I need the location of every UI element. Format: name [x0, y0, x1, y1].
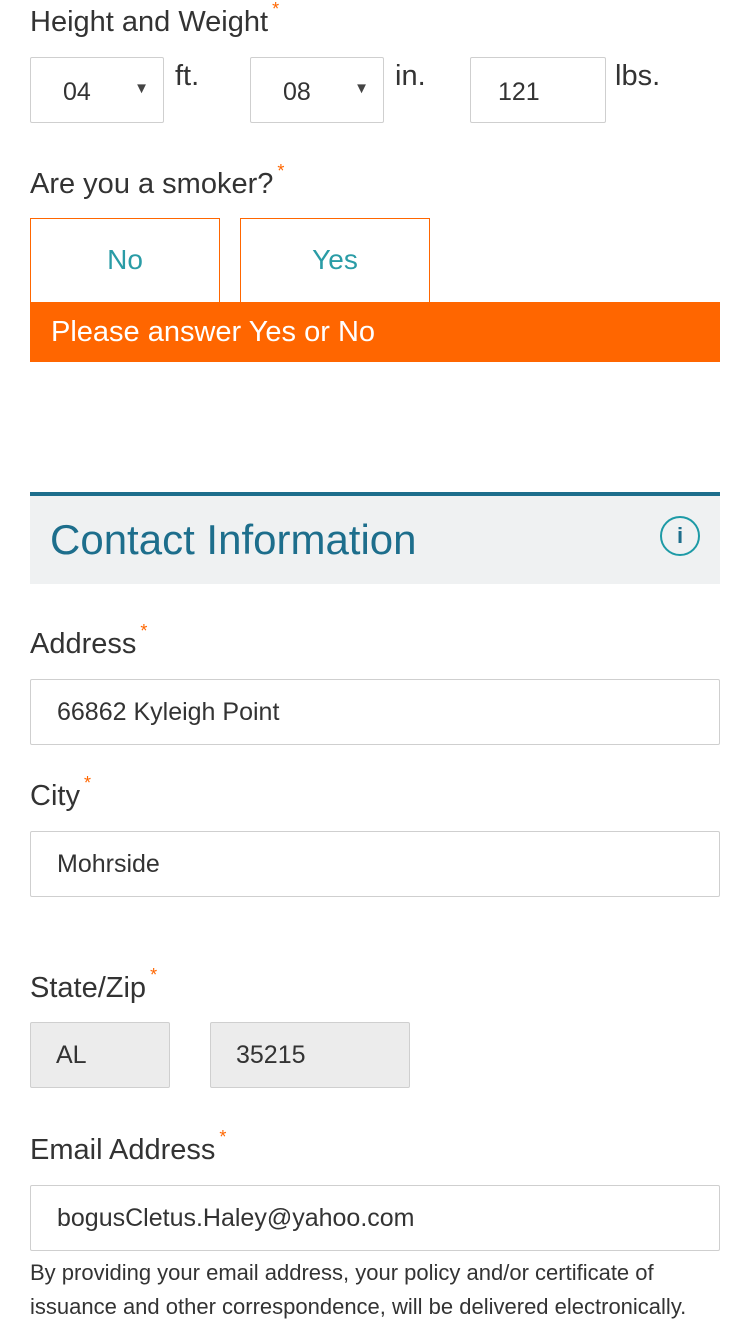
state-input[interactable]: AL	[30, 1022, 170, 1088]
chevron-down-icon: ▼	[354, 80, 369, 97]
inches-select-value: 08	[283, 78, 311, 106]
required-asterisk: *	[272, 0, 280, 19]
state-input-value: AL	[56, 1041, 87, 1069]
height-weight-label-text: Height and Weight	[30, 6, 269, 38]
email-label: Email Address *	[30, 1127, 226, 1167]
email-label-text: Email Address	[30, 1134, 216, 1166]
smoker-error-message: Please answer Yes or No	[30, 302, 720, 362]
zip-input[interactable]: 35215	[210, 1022, 410, 1088]
smoker-label-text: Are you a smoker?	[30, 168, 274, 200]
city-label: City *	[30, 773, 91, 813]
city-input[interactable]: Mohrside	[30, 831, 720, 897]
smoker-yes-button[interactable]: Yes	[240, 218, 430, 302]
smoker-no-button[interactable]: No	[30, 218, 220, 302]
weight-unit-label: lbs.	[615, 60, 661, 92]
section-title: Contact Information	[50, 516, 417, 563]
required-asterisk: *	[83, 773, 91, 793]
weight-input-value: 121	[498, 78, 540, 106]
address-label: Address *	[30, 621, 147, 661]
email-input-value: bogusCletus.Haley@yahoo.com	[57, 1204, 415, 1232]
state-zip-label-text: State/Zip	[30, 972, 147, 1004]
address-label-text: Address	[30, 628, 137, 660]
contact-section-header: Contact Information i	[30, 492, 720, 584]
inches-unit-label: in.	[395, 60, 426, 92]
feet-unit-label: ft.	[175, 60, 200, 92]
email-input[interactable]: bogusCletus.Haley@yahoo.com	[30, 1185, 720, 1251]
required-asterisk: *	[277, 161, 285, 181]
feet-select[interactable]: 04 ▼	[30, 57, 164, 123]
info-icon[interactable]: i	[660, 516, 700, 556]
required-asterisk: *	[140, 621, 148, 641]
height-weight-label: Height and Weight *	[30, 0, 279, 39]
zip-input-value: 35215	[236, 1041, 306, 1069]
feet-select-value: 04	[63, 78, 91, 106]
required-asterisk: *	[150, 965, 158, 985]
chevron-down-icon: ▼	[134, 80, 149, 97]
city-label-text: City	[30, 780, 80, 812]
state-zip-label: State/Zip *	[30, 965, 157, 1005]
city-input-value: Mohrside	[57, 850, 160, 878]
weight-input[interactable]: 121	[470, 57, 606, 123]
required-asterisk: *	[219, 1127, 227, 1147]
inches-select[interactable]: 08 ▼	[250, 57, 384, 123]
smoker-label: Are you a smoker? *	[30, 161, 284, 201]
email-disclaimer: By providing your email address, your po…	[30, 1260, 687, 1319]
address-input[interactable]: 66862 Kyleigh Point	[30, 679, 720, 745]
address-input-value: 66862 Kyleigh Point	[57, 698, 280, 726]
